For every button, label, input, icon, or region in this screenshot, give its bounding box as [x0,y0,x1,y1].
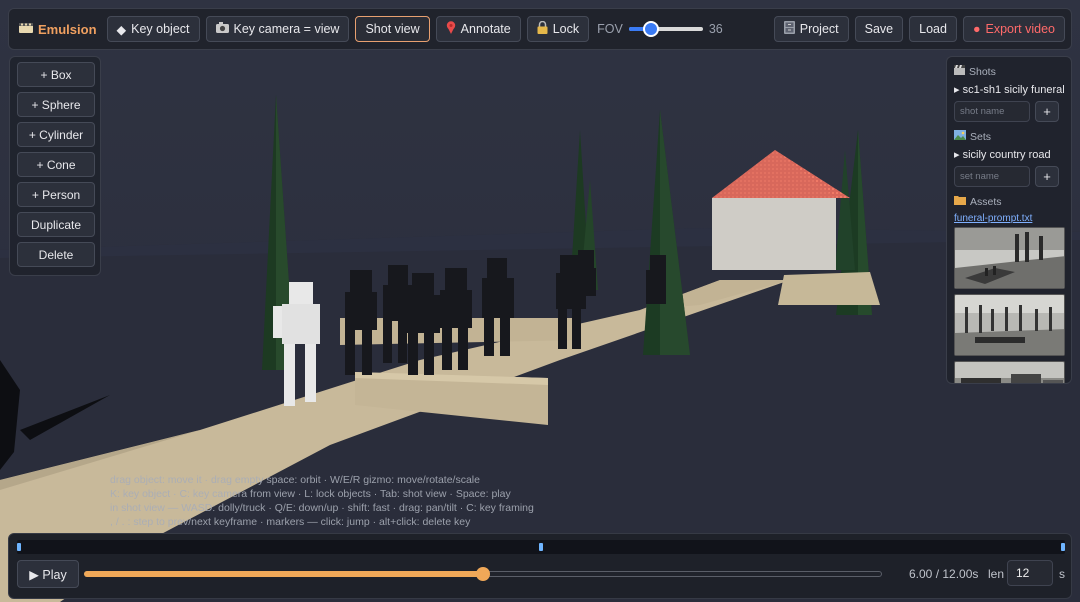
diamond-icon: ◆ [116,22,127,37]
scrub-fill [84,571,483,577]
length-input[interactable] [1007,560,1053,586]
app-brand: Emulsion [15,22,101,37]
keyboard-help: drag object: move it · drag empty space:… [110,473,534,529]
shots-header: Shots [954,65,1064,78]
new-shot-row: + [954,101,1064,122]
asset-file-link[interactable]: funeral-prompt.txt [954,213,1064,224]
key-camera-button[interactable]: Key camera = view [205,16,350,42]
help-line: K: key object · C: key camera from view … [110,488,511,500]
lock-icon [537,20,548,37]
fov-value: 36 [708,22,723,36]
export-label: Export video [985,22,1055,36]
key-camera-label: Key camera = view [233,22,340,36]
keyframe-marker[interactable] [17,543,21,551]
fov-thumb[interactable] [643,21,660,37]
fov-slider[interactable] [628,21,703,37]
lock-label: Lock [552,22,580,36]
save-label: Save [864,22,894,36]
add-sphere-button[interactable]: + Sphere [17,92,95,117]
add-box-button[interactable]: + Box [17,62,95,87]
assets-title: Assets [970,195,1002,208]
key-object-label: Key object [131,22,190,36]
play-button[interactable]: ▶ Play [17,560,79,588]
save-button[interactable]: Save [854,16,904,42]
annotate-label: Annotate [460,22,511,36]
key-object-button[interactable]: ◆ Key object [106,16,200,42]
app-name: Emulsion [38,21,97,37]
shot-list-item[interactable]: ▸ sc1-sh1 sicily funeral [954,83,1065,96]
asset-thumbnail[interactable] [954,361,1065,383]
folder-icon [954,195,966,208]
keyframe-marker[interactable] [539,543,543,551]
object-tools-panel: + Box + Sphere + Cylinder + Cone + Perso… [9,56,101,276]
toolbar-bar: Emulsion ◆ Key object Key camera = view … [8,8,1072,50]
shots-title: Shots [969,65,996,78]
clapper-icon [954,65,965,78]
lock-button[interactable]: Lock [526,16,590,42]
add-shot-button[interactable]: + [1035,101,1059,122]
duplicate-button[interactable]: Duplicate [17,212,95,237]
add-cylinder-button[interactable]: + Cylinder [17,122,95,147]
shot-view-button[interactable]: Shot view [355,16,430,42]
fov-label: FOV [597,22,623,36]
new-set-row: + [954,166,1064,187]
export-video-button[interactable]: ● Export video [962,16,1065,42]
help-line: in shot view — WASD: dolly/truck · Q/E: … [110,502,534,514]
project-button[interactable]: Project [773,16,849,42]
film-icon [19,22,33,37]
assets-header: Assets [954,195,1064,208]
timeline-scrubber[interactable] [84,566,882,582]
record-dot-icon: ● [972,22,981,36]
shot-view-label: Shot view [365,22,420,36]
project-label: Project [799,22,839,36]
time-readout: 6.00 / 12.00s [909,567,979,581]
asset-thumbnail[interactable] [954,294,1065,356]
add-set-button[interactable]: + [1035,166,1059,187]
delete-button[interactable]: Delete [17,242,95,267]
keyframe-ruler[interactable] [17,540,1065,554]
top-toolbar: Emulsion ◆ Key object Key camera = view … [0,0,1080,58]
load-button[interactable]: Load [909,16,957,42]
set-list-item[interactable]: ▸ sicily country road [954,148,1064,161]
help-line: , / . : step to prev/next keyframe · mar… [110,516,471,528]
set-name-input[interactable] [954,166,1030,187]
camera-icon [215,22,229,36]
add-person-button[interactable]: + Person [17,182,95,207]
pin-icon [446,21,456,37]
asset-thumbnail[interactable] [954,227,1065,289]
load-label: Load [919,22,947,36]
keyframe-marker[interactable] [1061,543,1065,551]
project-sidebar: Shots ▸ sc1-sh1 sicily funeral + Sets ▸ … [946,56,1072,384]
picture-icon [954,130,966,143]
scrub-thumb[interactable] [476,567,490,581]
cabinet-icon [783,21,795,37]
annotate-button[interactable]: Annotate [435,16,521,42]
timeline-panel: ▶ Play 6.00 / 12.00s len s [8,533,1072,599]
shot-name-input[interactable] [954,101,1030,122]
sets-header: Sets [954,130,1064,143]
asset-thumbnails [954,227,1065,383]
add-cone-button[interactable]: + Cone [17,152,95,177]
length-unit: s [1059,567,1065,581]
length-label: len [988,567,1005,581]
sets-title: Sets [970,130,992,143]
help-line: drag object: move it · drag empty space:… [110,474,480,486]
